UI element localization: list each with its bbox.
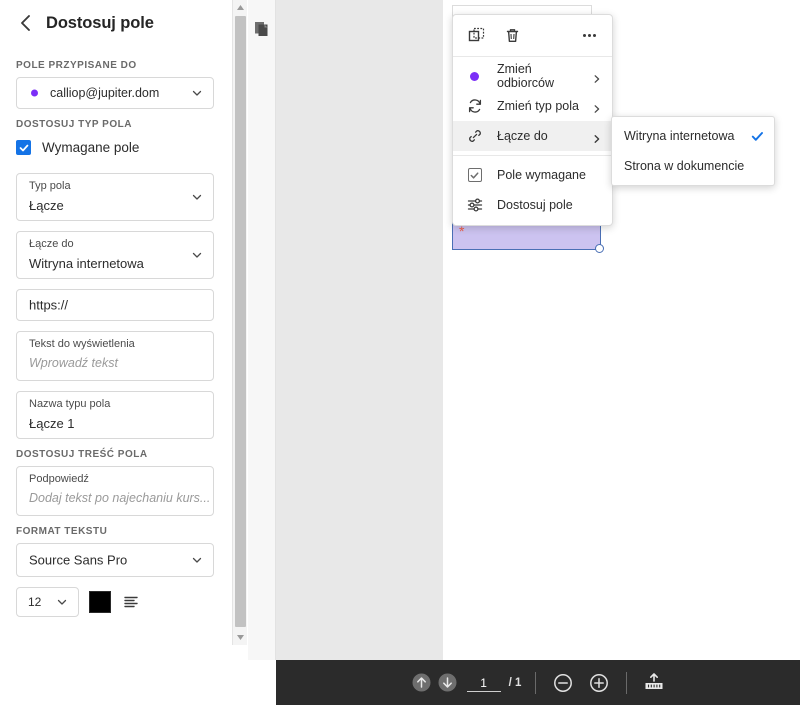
submenu-item-label: Witryna internetowa [624, 129, 735, 143]
page-thumbnail-strip [248, 0, 276, 660]
font-family-value: Source Sans Pro [29, 552, 128, 568]
fit-to-width-icon[interactable] [641, 670, 667, 696]
viewer-bottom-toolbar: 1 / 1 [276, 660, 800, 705]
field-name-input[interactable]: Nazwa typu pola Łącze 1 [16, 391, 214, 439]
submenu-item-label: Strona w dokumencie [624, 159, 745, 173]
change-field-type-icon [466, 98, 483, 115]
url-input-value: https:// [29, 297, 69, 313]
scroll-up-arrow-icon[interactable] [233, 0, 248, 15]
chevron-right-icon [592, 71, 602, 83]
current-page-input[interactable]: 1 [466, 673, 501, 692]
toolbar-divider [626, 671, 628, 694]
chevron-down-icon [191, 191, 203, 203]
checkbox-checked-icon[interactable] [16, 140, 31, 155]
menu-item-label: Dostosuj pole [497, 198, 573, 212]
text-color-swatch[interactable] [89, 591, 111, 613]
link-to-dropdown[interactable]: Łącze do Witryna internetowa [16, 231, 214, 279]
chevron-down-icon [191, 249, 203, 261]
menu-item-change-recipients[interactable]: Zmień odbiorców [453, 61, 612, 91]
zoom-in-icon[interactable] [586, 670, 612, 696]
tooltip-input[interactable]: Podpowiedź Dodaj tekst po najechaniu kur… [16, 466, 214, 516]
link-to-label: Łącze do [29, 238, 74, 250]
display-text-label: Tekst do wyświetlenia [29, 338, 135, 350]
scrollbar-thumb[interactable] [235, 16, 246, 627]
menu-item-required-field[interactable]: Pole wymagane [453, 160, 612, 190]
required-field-checkbox-row[interactable]: Wymagane pole [0, 136, 230, 161]
menu-item-customize-field[interactable]: Dostosuj pole [453, 190, 612, 220]
page-total-label: / 1 [508, 676, 522, 689]
field-type-label: Typ pola [29, 180, 71, 192]
chevron-down-icon [56, 596, 68, 608]
checkbox-checked-icon [466, 167, 483, 184]
back-chevron-icon[interactable] [14, 12, 36, 34]
page-title: Dostosuj pole [46, 13, 154, 32]
menu-divider [453, 155, 612, 156]
trash-icon[interactable] [503, 27, 521, 45]
recipient-value: calliop@jupiter.dom [50, 86, 160, 100]
application-root: Dostosuj pole POLE PRZYPISANE DO calliop… [0, 0, 800, 705]
tooltip-label: Podpowiedź [29, 473, 89, 485]
section-label-text-format: FORMAT TEKSTU [16, 526, 108, 537]
url-input[interactable]: https:// [16, 289, 214, 321]
text-align-icon[interactable] [121, 592, 141, 612]
display-text-placeholder: Wprowadź tekst [29, 356, 118, 370]
section-label-assigned-to: POLE PRZYPISANE DO [16, 60, 137, 71]
chevron-right-icon [592, 131, 602, 143]
link-icon [466, 128, 483, 145]
sidebar-header: Dostosuj pole [0, 0, 230, 40]
chevron-right-icon [592, 101, 602, 113]
required-field-label: Wymagane pole [42, 140, 140, 155]
font-family-dropdown[interactable]: Source Sans Pro [16, 543, 214, 577]
display-text-input[interactable]: Tekst do wyświetlenia Wprowadź tekst [16, 331, 214, 381]
chevron-down-icon [191, 554, 203, 566]
submenu-item-website[interactable]: Witryna internetowa [612, 121, 774, 151]
recipient-dot-icon [466, 68, 483, 85]
customize-field-sidebar: Dostosuj pole POLE PRZYPISANE DO calliop… [0, 0, 230, 705]
sidebar-scrollbar[interactable] [232, 0, 247, 645]
link-to-value: Witryna internetowa [29, 256, 144, 271]
toolbar-divider [535, 671, 537, 694]
chevron-down-icon [191, 87, 203, 99]
checkmark-icon [751, 130, 764, 143]
arrow-down-circle-icon[interactable] [435, 670, 461, 696]
context-menu-toolbar [453, 15, 612, 57]
required-marker: * [459, 223, 465, 239]
menu-item-label: Zmień odbiorców [497, 62, 554, 90]
field-type-dropdown[interactable]: Typ pola Łącze [16, 173, 214, 221]
menu-item-link-to[interactable]: Łącze do [453, 121, 612, 151]
text-format-row: 12 [16, 587, 214, 617]
settings-sliders-icon [466, 197, 483, 214]
field-name-value: Łącze 1 [29, 416, 75, 431]
field-type-value: Łącze [29, 198, 64, 213]
font-size-value: 12 [28, 595, 42, 609]
page-thumbnails-icon[interactable] [253, 20, 271, 38]
zoom-out-icon[interactable] [550, 670, 576, 696]
duplicate-field-icon[interactable] [467, 27, 485, 45]
resize-handle[interactable] [595, 244, 604, 253]
menu-item-label: Pole wymagane [497, 168, 586, 182]
arrow-up-circle-icon[interactable] [409, 670, 435, 696]
section-label-field-content: DOSTOSUJ TREŚĆ POLA [16, 449, 148, 460]
menu-item-label: Zmień typ pola [497, 99, 579, 113]
recipient-dot-icon [31, 89, 38, 97]
more-options-icon[interactable] [580, 27, 598, 45]
field-name-label: Nazwa typu pola [29, 398, 111, 410]
font-size-dropdown[interactable]: 12 [16, 587, 79, 617]
menu-item-change-field-type[interactable]: Zmień typ pola [453, 91, 612, 121]
field-context-menu: Zmień odbiorców Zmień typ pola Łącze do … [452, 14, 613, 226]
menu-item-label: Łącze do [497, 129, 548, 143]
scroll-down-arrow-icon[interactable] [233, 630, 248, 645]
submenu-item-document-page[interactable]: Strona w dokumencie [612, 151, 774, 181]
section-label-field-type: DOSTOSUJ TYP POLA [16, 119, 132, 130]
link-to-submenu: Witryna internetowa Strona w dokumencie [611, 116, 775, 186]
recipient-dropdown[interactable]: calliop@jupiter.dom [16, 77, 214, 109]
tooltip-placeholder: Dodaj tekst po najechaniu kurs... [29, 491, 211, 505]
